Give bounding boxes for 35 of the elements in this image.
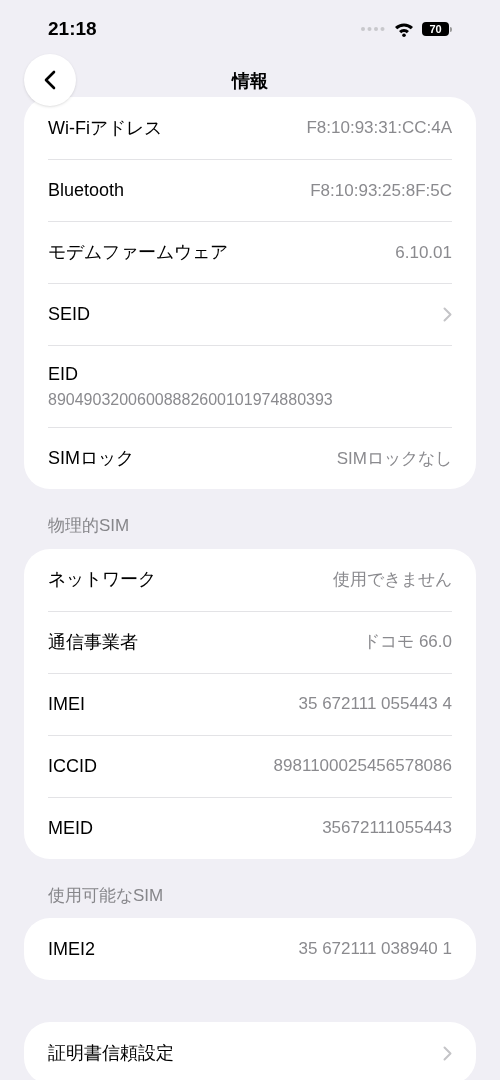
row-value: F8:10:93:25:8F:5C (310, 179, 452, 202)
row-value: 6.10.01 (395, 241, 452, 264)
row-label: MEID (48, 816, 93, 840)
row-value: 89049032006008882600101974880393 (48, 390, 334, 410)
row-label: 証明書信頼設定 (48, 1041, 174, 1065)
chevron-right-icon (443, 307, 452, 322)
row-label: IMEI (48, 692, 85, 716)
row-value: 35 672111 038940 1 (298, 938, 452, 961)
row-value: F8:10:93:31:CC:4A (306, 117, 452, 140)
chevron-left-icon (44, 70, 56, 90)
row-value: SIMロックなし (336, 447, 452, 470)
row-label: モデムファームウェア (48, 241, 228, 264)
row-label: EID (48, 363, 79, 386)
row-value: ドコモ 66.0 (363, 631, 452, 654)
row-value: 35 672111 055443 4 (298, 693, 452, 716)
back-button[interactable] (24, 54, 76, 106)
row-label: ICCID (48, 754, 97, 778)
section-header: 使用可能なSIM (48, 884, 165, 907)
row-label: ネットワーク (48, 568, 156, 591)
row-label: SEID (48, 303, 90, 326)
battery-level: 70 (429, 23, 442, 35)
row-value: 8981100025456578086 (273, 755, 452, 778)
row-label: SIMロック (48, 447, 134, 470)
row-label: Bluetooth (48, 179, 125, 202)
row-value: 35672111055443 (322, 817, 452, 840)
wifi-icon (394, 21, 414, 37)
row-value: 使用できません (333, 568, 452, 591)
nav-title: 情報 (232, 69, 268, 93)
section-header: 物理的SIM (48, 515, 131, 537)
row-label: Wi-Fiアドレス (48, 116, 162, 140)
status-time: 21:18 (48, 16, 97, 41)
chevron-right-icon (443, 1045, 452, 1061)
row-label: 通信事業者 (48, 630, 138, 654)
row-label: IMEI2 (48, 937, 95, 961)
signal-icon (360, 26, 386, 32)
